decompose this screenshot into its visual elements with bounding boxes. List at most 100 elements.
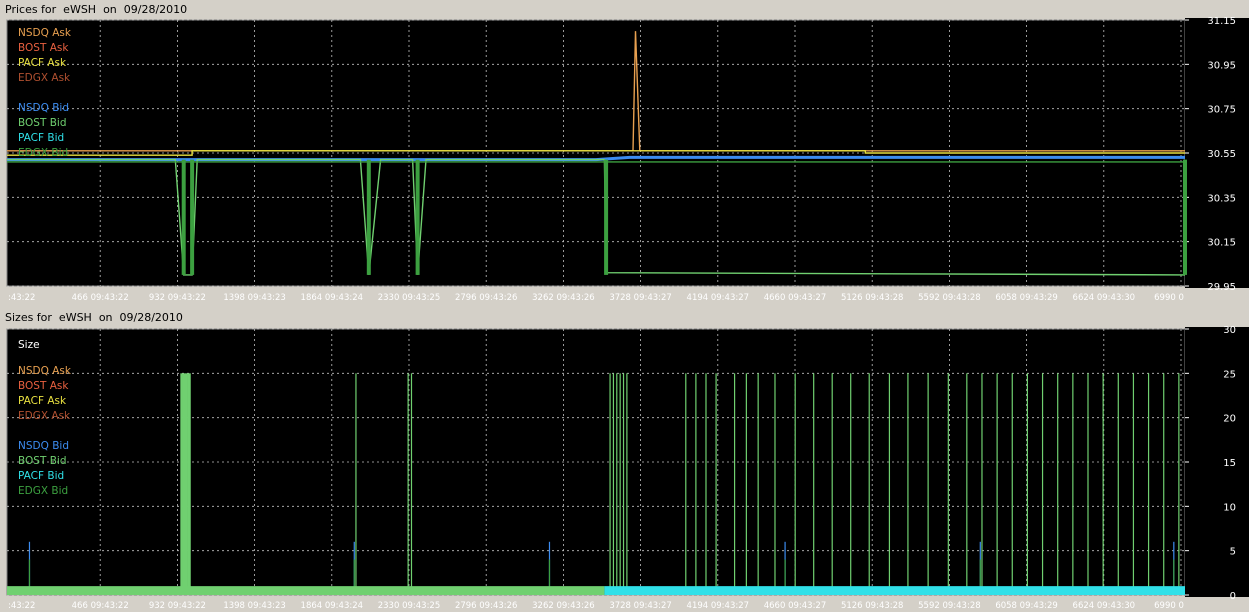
- sizes-y-tick-label: 15: [1223, 458, 1236, 469]
- sizes-x-tick-label: 5126 09:43:28: [841, 601, 904, 611]
- sizes-size-bar: [622, 373, 625, 595]
- prices-legend-entry: NSDQ Ask: [18, 27, 72, 39]
- prices-x-tick-label: :43:22: [8, 293, 35, 303]
- sizes-size-bar: [355, 373, 357, 595]
- sizes-legend-entry: NSDQ Ask: [18, 365, 72, 377]
- sizes-y-tick-label: 25: [1223, 369, 1236, 380]
- prices-x-tick-label: 3728 09:43:27: [609, 293, 672, 303]
- sizes-legend-entry: NSDQ Bid: [18, 440, 69, 452]
- prices-drop-bar: [604, 159, 609, 275]
- prices-x-tick-label: 3262 09:43:26: [532, 293, 595, 303]
- sizes-x-tick-label: 4194 09:43:27: [687, 601, 750, 611]
- sizes-size-bar: [616, 373, 618, 595]
- sizes-size-bar: [888, 373, 891, 595]
- sizes-x-tick-label: 3262 09:43:26: [532, 601, 595, 611]
- sizes-size-bar: [7, 586, 605, 595]
- prices-y-tick-label: 30.75: [1207, 105, 1236, 116]
- sizes-x-tick-label: 2330 09:43:25: [378, 601, 441, 611]
- sizes-size-bar: [1117, 373, 1119, 595]
- prices-y-tick-label: 30.55: [1207, 149, 1236, 160]
- prices-x-tick-label: 466 09:43:22: [72, 293, 129, 303]
- sizes-x-tick-label: 6058 09:43:29: [995, 601, 1058, 611]
- sizes-size-bar: [1011, 373, 1013, 595]
- sizes-legend-entry: BOST Ask: [18, 380, 69, 392]
- prices-y-tick-label: 30.95: [1207, 60, 1236, 71]
- sizes-size-bar: [850, 373, 852, 595]
- sizes-x-tick-label: 932 09:43:22: [149, 601, 206, 611]
- sizes-x-tick-label: 6624 09:43:30: [1073, 601, 1136, 611]
- prices-x-tick-label: 5126 09:43:28: [841, 293, 904, 303]
- sizes-size-bar: [1026, 373, 1029, 595]
- sizes-x-tick-label: 4660 09:43:27: [764, 601, 827, 611]
- prices-legend-entry: PACF Ask: [18, 57, 67, 69]
- sizes-size-bar: [745, 373, 747, 595]
- sizes-x-tick-label: 6990 0: [1154, 601, 1184, 611]
- sizes-size-bar: [981, 373, 983, 595]
- sizes-size-bar: [794, 373, 796, 595]
- sizes-size-bar: [1132, 373, 1135, 595]
- sizes-size-bar: [715, 373, 717, 595]
- sizes-y-tick-label: 0: [1230, 591, 1236, 602]
- sizes-size-bar: [927, 373, 929, 595]
- sizes-size-bar: [813, 373, 815, 595]
- sizes-size-bar: [604, 586, 1185, 595]
- sizes-x-tick-label: 1398 09:43:23: [223, 601, 286, 611]
- sizes-size-bar: [1041, 373, 1044, 595]
- prices-x-tick-label: 1398 09:43:23: [223, 293, 286, 303]
- prices-legend-entry: PACF Bid: [18, 132, 64, 144]
- prices-y-tick-label: 31.15: [1207, 16, 1236, 27]
- prices-drop-bar: [366, 159, 371, 275]
- sizes-x-tick-label: 2796 09:43:26: [455, 601, 518, 611]
- sizes-x-tick-label: 466 09:43:22: [72, 601, 129, 611]
- sizes-legend-header: Size: [18, 339, 40, 351]
- sizes-legend-entry: EDGX Bid: [18, 485, 68, 497]
- prices-x-tick-label: 6058 09:43:29: [995, 293, 1058, 303]
- prices-drop-bar: [1183, 159, 1187, 275]
- sizes-x-tick-label: 5592 09:43:28: [918, 601, 981, 611]
- sizes-size-bar: [774, 373, 776, 595]
- sizes-size-bar: [619, 373, 621, 595]
- chart-canvas: :43:22 466 09:43:22 932 09:43:22 1398 09:43…: [6, 16, 1249, 611]
- prices-x-tick-label: 4194 09:43:27: [687, 293, 750, 303]
- sizes-y-axis-strip: [1185, 327, 1249, 597]
- sizes-size-bar: [407, 373, 409, 595]
- prices-drop-bar: [415, 159, 420, 275]
- prices-x-tick-label: 1864 09:43:24: [301, 293, 364, 303]
- sizes-size-bar: [1163, 373, 1165, 595]
- sizes-size-bar: [1087, 373, 1089, 595]
- sizes-size-bar: [609, 373, 611, 595]
- sizes-y-tick-label: 10: [1223, 502, 1236, 513]
- prices-x-tick-label: 5592 09:43:28: [918, 293, 981, 303]
- sizes-y-tick-label: 20: [1223, 414, 1236, 425]
- sizes-size-bar: [1057, 373, 1059, 595]
- sizes-size-bar: [612, 373, 615, 595]
- sizes-size-bar: [1147, 373, 1150, 595]
- prices-legend-entry: EDGX Bid: [18, 147, 68, 159]
- prices-legend-entry: NSDQ Bid: [18, 102, 69, 114]
- chart-window: Prices for eWSH on 09/28/2010 Sizes for …: [0, 0, 1249, 612]
- sizes-size-bar: [1178, 373, 1180, 595]
- sizes-size-bar: [907, 373, 909, 595]
- sizes-size-bar: [1102, 373, 1104, 595]
- sizes-legend-entry: PACF Ask: [18, 395, 67, 407]
- sizes-size-bar: [831, 373, 833, 595]
- sizes-size-bar: [733, 373, 736, 595]
- prices-y-tick-label: 29.95: [1207, 282, 1236, 293]
- sizes-size-bar: [868, 373, 870, 595]
- sizes-y-tick-label: 30: [1223, 325, 1236, 336]
- sizes-size-bar: [410, 373, 413, 595]
- prices-x-tick-label: 2796 09:43:26: [455, 293, 518, 303]
- sizes-y-tick-label: 5: [1230, 547, 1236, 558]
- sizes-size-bar: [626, 373, 628, 595]
- sizes-size-bar: [695, 373, 697, 595]
- sizes-size-bar: [966, 373, 968, 595]
- sizes-size-bar: [996, 373, 998, 595]
- prices-legend-entry: BOST Bid: [18, 117, 67, 129]
- prices-drop-bar: [181, 159, 186, 275]
- prices-y-tick-label: 30.35: [1207, 193, 1236, 204]
- sizes-size-bar: [947, 373, 949, 595]
- prices-x-tick-label: 6624 09:43:30: [1073, 293, 1136, 303]
- prices-drop-bar: [190, 159, 195, 275]
- sizes-legend-entry: PACF Bid: [18, 470, 64, 482]
- prices-legend-entry: BOST Ask: [18, 42, 69, 54]
